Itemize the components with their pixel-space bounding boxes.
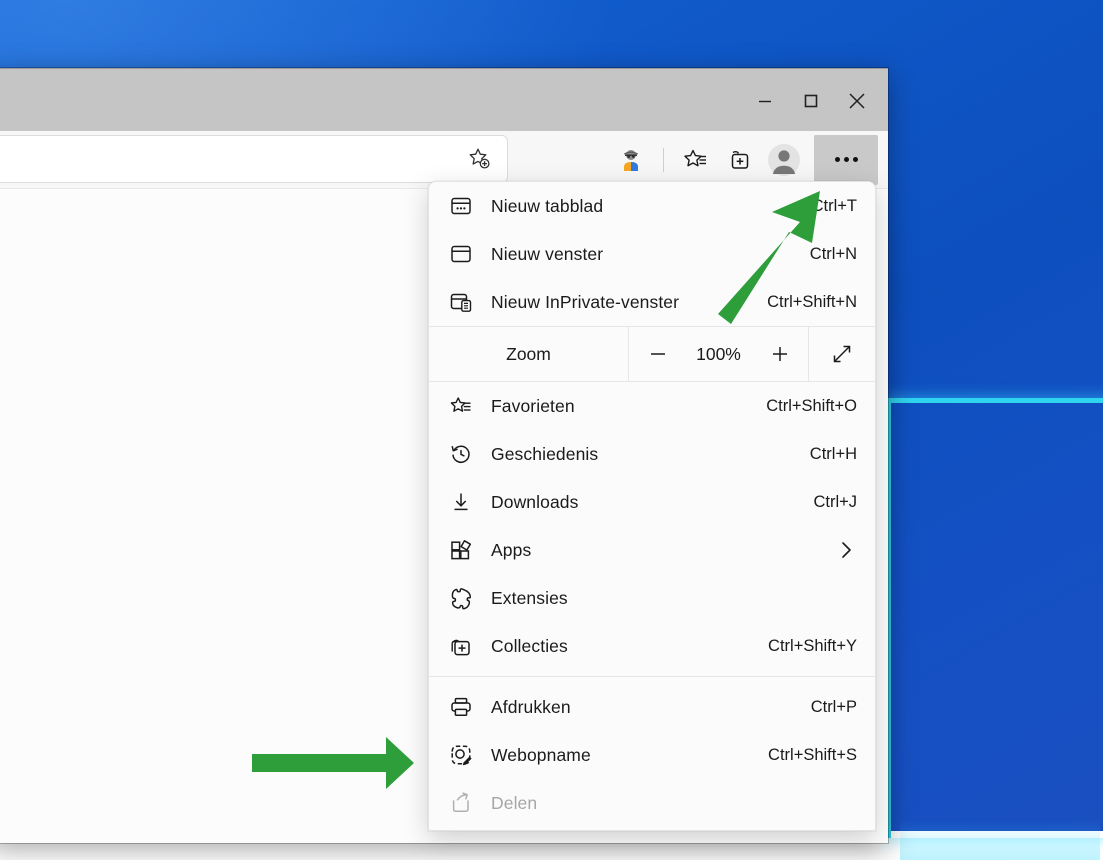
- ellipsis-icon: [835, 157, 858, 162]
- add-favorite-icon[interactable]: [459, 139, 499, 179]
- menu-item-history[interactable]: Geschiedenis Ctrl+H: [429, 430, 875, 478]
- menu-item-label: Nieuw venster: [483, 244, 810, 265]
- zoom-row: Zoom 100%: [429, 326, 875, 382]
- menu-item-label: Nieuw InPrivate-venster: [483, 292, 767, 313]
- address-bar[interactable]: [0, 135, 508, 183]
- menu-item-accelerator: Ctrl+P: [811, 698, 857, 717]
- menu-item-apps[interactable]: Apps: [429, 526, 875, 574]
- zoom-controls: 100%: [628, 327, 809, 381]
- history-icon: [449, 442, 483, 466]
- menu-item-new-tab[interactable]: Nieuw tabblad Ctrl+T: [429, 182, 875, 230]
- apps-icon: [449, 538, 483, 562]
- menu-item-collections[interactable]: Collecties Ctrl+Shift+Y: [429, 622, 875, 670]
- menu-item-label: Apps: [483, 540, 835, 561]
- menu-group-share: Afdrukken Ctrl+P Webopname Ctrl+Shift+S: [429, 683, 875, 827]
- inprivate-avatar-icon[interactable]: [611, 140, 651, 180]
- menu-item-accelerator: Ctrl+Shift+N: [767, 293, 857, 312]
- settings-and-more-menu: Nieuw tabblad Ctrl+T Nieuw venster Ctrl+…: [428, 181, 876, 831]
- zoom-level-value: 100%: [695, 344, 743, 365]
- menu-item-favorites[interactable]: Favorieten Ctrl+Shift+O: [429, 382, 875, 430]
- close-button[interactable]: [834, 78, 880, 124]
- print-icon: [449, 695, 483, 719]
- menu-item-accelerator: Ctrl+Shift+S: [768, 746, 857, 765]
- title-bar: [0, 68, 888, 131]
- browser-toolbar: [0, 131, 888, 188]
- fullscreen-cell: [809, 327, 875, 381]
- menu-item-accelerator: Ctrl+J: [813, 493, 857, 512]
- zoom-in-button[interactable]: [763, 337, 797, 371]
- chevron-right-icon: [835, 539, 857, 561]
- wallpaper-windows-logo-pane: [886, 398, 1103, 838]
- menu-item-label: Downloads: [483, 492, 813, 513]
- menu-item-web-capture[interactable]: Webopname Ctrl+Shift+S: [429, 731, 875, 779]
- menu-item-label: Geschiedenis: [483, 444, 810, 465]
- menu-item-accelerator: Ctrl+Shift+O: [766, 397, 857, 416]
- share-icon: [449, 791, 483, 815]
- menu-item-label: Nieuw tabblad: [483, 196, 812, 217]
- menu-group-browse: Favorieten Ctrl+Shift+O Geschiedenis Ctr…: [429, 382, 875, 670]
- zoom-label: Zoom: [429, 327, 628, 381]
- menu-group-new: Nieuw tabblad Ctrl+T Nieuw venster Ctrl+…: [429, 182, 875, 326]
- downloads-icon: [449, 490, 483, 514]
- minimize-button[interactable]: [742, 78, 788, 124]
- menu-item-downloads[interactable]: Downloads Ctrl+J: [429, 478, 875, 526]
- inprivate-window-icon: [449, 290, 483, 314]
- menu-item-share: Delen: [429, 779, 875, 827]
- new-window-icon: [449, 242, 483, 266]
- wallpaper-windows-logo-glow: [900, 820, 1100, 860]
- favorites-icon: [449, 394, 483, 418]
- favorites-icon[interactable]: [676, 140, 716, 180]
- menu-item-label: Collecties: [483, 636, 768, 657]
- fullscreen-button[interactable]: [825, 337, 859, 371]
- menu-item-extensions[interactable]: Extensies: [429, 574, 875, 622]
- settings-and-more-button[interactable]: [814, 135, 878, 185]
- menu-item-new-inprivate-window[interactable]: Nieuw InPrivate-venster Ctrl+Shift+N: [429, 278, 875, 326]
- maximize-button[interactable]: [788, 78, 834, 124]
- menu-item-label: Afdrukken: [483, 697, 811, 718]
- collections-icon: [449, 634, 483, 658]
- menu-item-print[interactable]: Afdrukken Ctrl+P: [429, 683, 875, 731]
- menu-item-accelerator: Ctrl+N: [810, 245, 857, 264]
- collections-icon[interactable]: [720, 140, 760, 180]
- extensions-icon: [449, 586, 483, 610]
- menu-item-accelerator: Ctrl+T: [812, 197, 857, 216]
- profile-avatar-icon[interactable]: [764, 140, 804, 180]
- menu-item-label: Extensies: [483, 588, 857, 609]
- web-capture-icon: [449, 743, 483, 767]
- new-tab-icon: [449, 194, 483, 218]
- menu-item-label: Delen: [483, 793, 857, 814]
- menu-item-accelerator: Ctrl+Shift+Y: [768, 637, 857, 656]
- menu-item-label: Webopname: [483, 745, 768, 766]
- toolbar-separator: [663, 148, 664, 172]
- menu-item-label: Favorieten: [483, 396, 766, 417]
- menu-item-accelerator: Ctrl+H: [810, 445, 857, 464]
- window-controls: [742, 69, 880, 132]
- zoom-out-button[interactable]: [641, 337, 675, 371]
- toolbar-right-icons: [611, 131, 888, 188]
- menu-item-new-window[interactable]: Nieuw venster Ctrl+N: [429, 230, 875, 278]
- menu-separator: [429, 676, 875, 677]
